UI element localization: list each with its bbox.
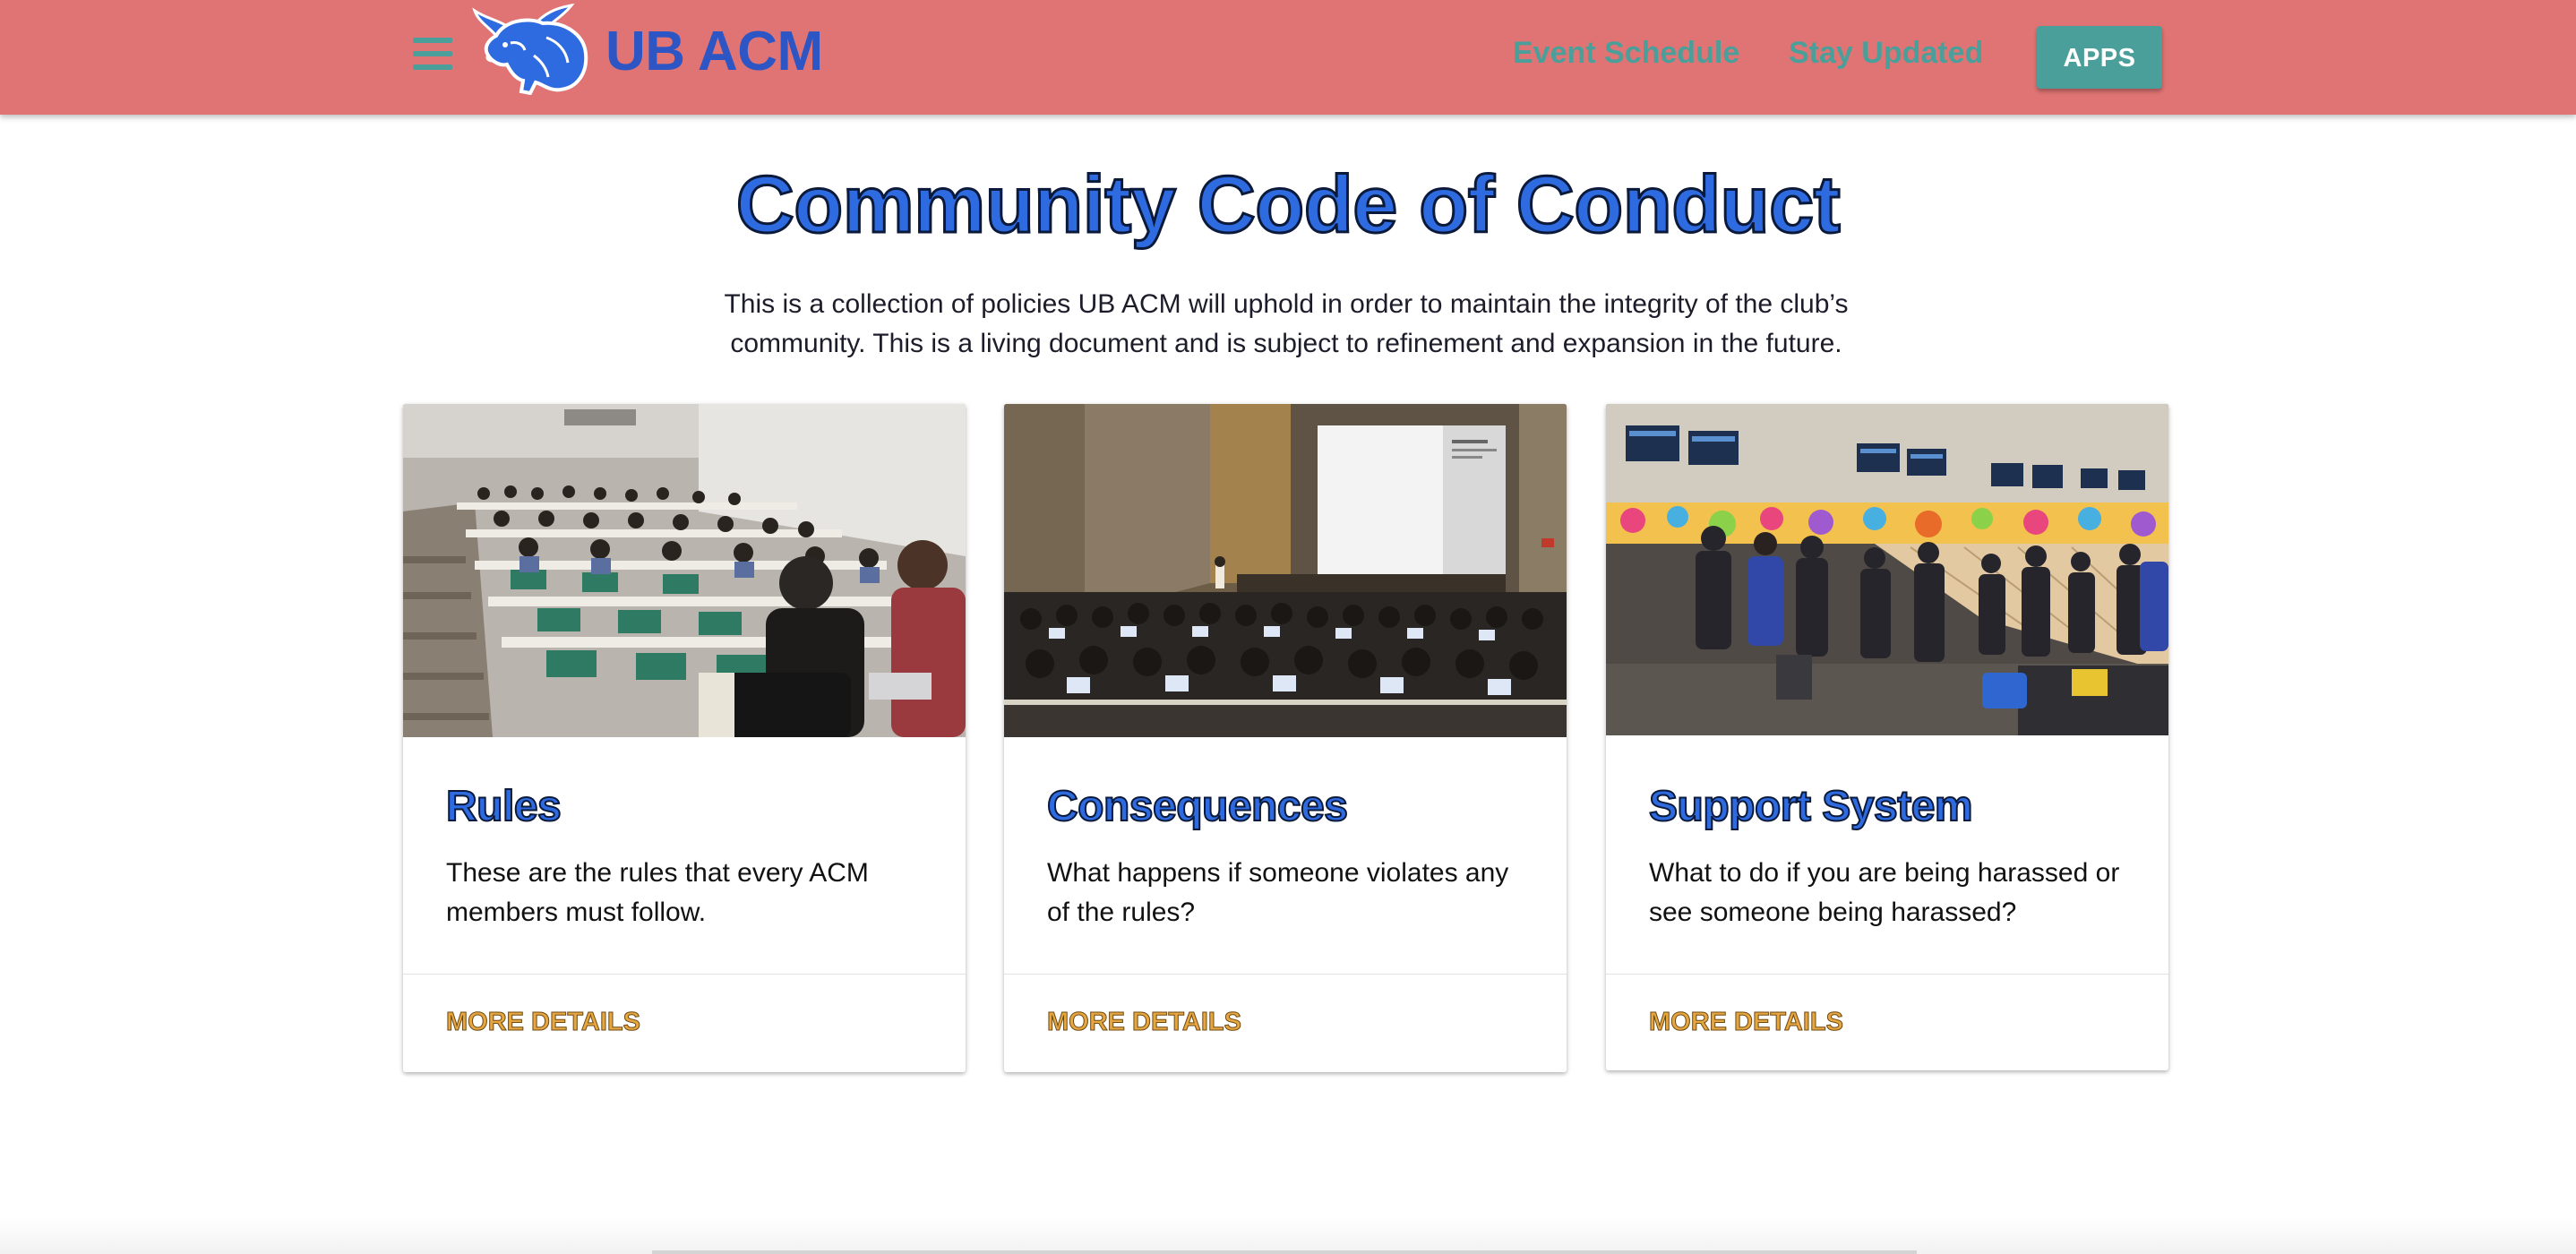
card-divider bbox=[1606, 974, 2168, 975]
footer-edge bbox=[652, 1250, 1917, 1254]
intro-text: This is a collection of policies UB ACM … bbox=[724, 289, 1849, 358]
apps-button[interactable]: APPS bbox=[2037, 26, 2162, 89]
page-title: Community Code of Conduct bbox=[734, 159, 1842, 252]
card-title-consequences: Consequences bbox=[1046, 782, 1349, 831]
card-consequences: Consequences What happens if someone vio… bbox=[1004, 404, 1567, 1072]
brand-name[interactable]: UB ACM bbox=[605, 20, 823, 83]
bull-logo-icon[interactable] bbox=[471, 2, 591, 96]
lecture-hall-photo bbox=[403, 404, 966, 737]
support-system-more-details-link[interactable]: MORE DETAILS bbox=[1649, 1008, 1844, 1037]
card-support-system: Support System What to do if you are bei… bbox=[1606, 404, 2168, 1070]
nav-link-stay-updated[interactable]: Stay Updated bbox=[1789, 36, 1983, 71]
auditorium-presentation-photo bbox=[1004, 404, 1567, 737]
card-title-support-system: Support System bbox=[1648, 782, 1974, 831]
card-divider bbox=[1004, 974, 1567, 975]
footer-shadow bbox=[0, 1218, 2576, 1254]
card-description-consequences: What happens if someone violates any of … bbox=[1047, 858, 1509, 927]
hamburger-menu-icon[interactable] bbox=[413, 38, 452, 77]
bowling-alley-photo bbox=[1606, 404, 2168, 737]
rules-more-details-link[interactable]: MORE DETAILS bbox=[446, 1008, 641, 1037]
card-description-support-system: What to do if you are being harassed or … bbox=[1649, 858, 2120, 927]
consequences-more-details-link[interactable]: MORE DETAILS bbox=[1047, 1008, 1242, 1037]
card-rules: Rules These are the rules that every ACM… bbox=[403, 404, 966, 1072]
card-description-rules: These are the rules that every ACM membe… bbox=[446, 858, 869, 927]
top-navbar: UB ACM Event Schedule Stay Updated APPS bbox=[0, 0, 2576, 115]
card-divider bbox=[403, 974, 966, 975]
card-title-rules: Rules bbox=[445, 782, 562, 831]
nav-link-event-schedule[interactable]: Event Schedule bbox=[1513, 36, 1739, 71]
